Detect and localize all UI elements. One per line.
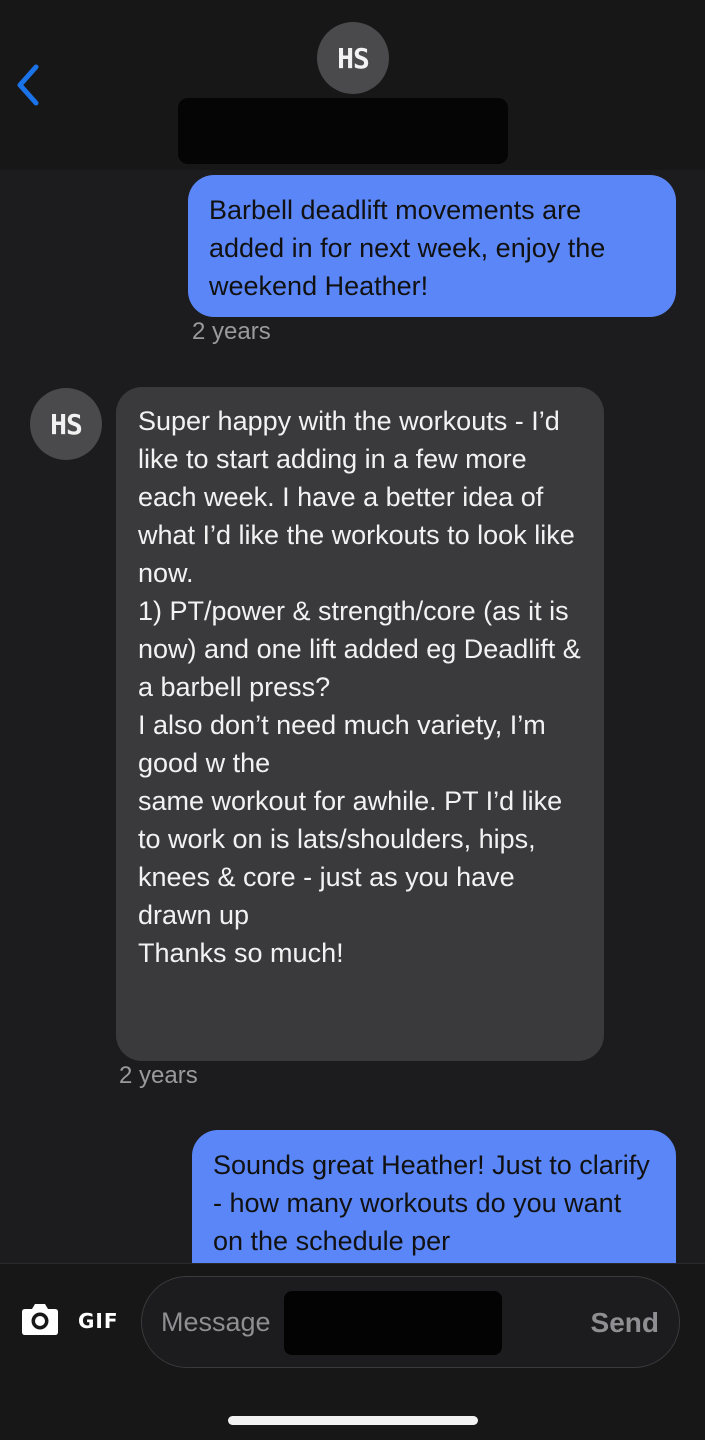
- chat-screen: HS Barbell deadlift movements are added …: [0, 0, 705, 1440]
- message-input[interactable]: Message Send: [141, 1276, 680, 1368]
- send-button[interactable]: Send: [591, 1307, 659, 1339]
- message-placeholder: Message: [161, 1307, 271, 1337]
- chat-header: HS: [0, 0, 705, 170]
- chevron-left-icon: [17, 64, 39, 106]
- camera-icon: [22, 1304, 58, 1335]
- message-timestamp: 2 years: [192, 318, 271, 345]
- back-button[interactable]: [10, 62, 46, 108]
- sender-avatar[interactable]: HS: [30, 388, 102, 460]
- contact-name-redacted: [178, 98, 508, 164]
- home-indicator[interactable]: [228, 1416, 478, 1425]
- message-composer: GIF Message Send: [0, 1263, 705, 1440]
- message-bubble-outgoing[interactable]: Barbell deadlift movements are added in …: [188, 175, 676, 317]
- gif-button[interactable]: GIF: [78, 1309, 119, 1333]
- camera-button[interactable]: [21, 1302, 59, 1338]
- redacted-text: [284, 1291, 502, 1355]
- contact-avatar[interactable]: HS: [317, 22, 389, 94]
- message-bubble-incoming[interactable]: Super happy with the workouts - I’d like…: [116, 387, 604, 1061]
- message-timestamp: 2 years: [119, 1062, 198, 1089]
